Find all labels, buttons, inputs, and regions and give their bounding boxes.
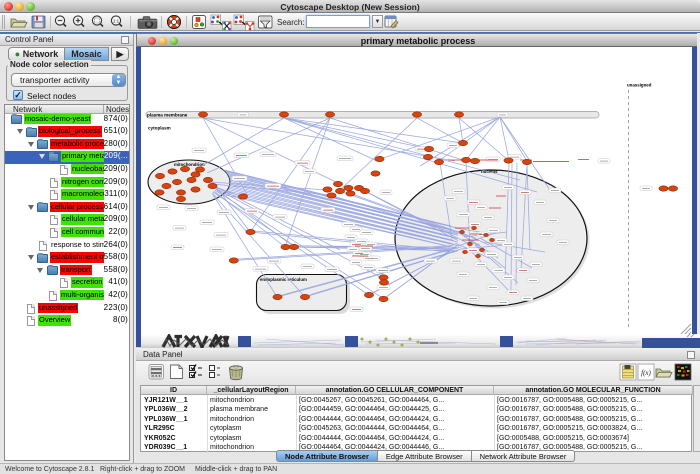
svg-text:f(x): f(x) [641, 369, 651, 377]
svg-text:cytoplasm: cytoplasm [148, 126, 171, 131]
svg-text:mitochondrion: mitochondrion [174, 162, 205, 167]
svg-text:plasma membrane: plasma membrane [147, 113, 188, 118]
svg-text:unassigned: unassigned [627, 83, 652, 88]
svg-text:1:1: 1:1 [113, 19, 120, 24]
